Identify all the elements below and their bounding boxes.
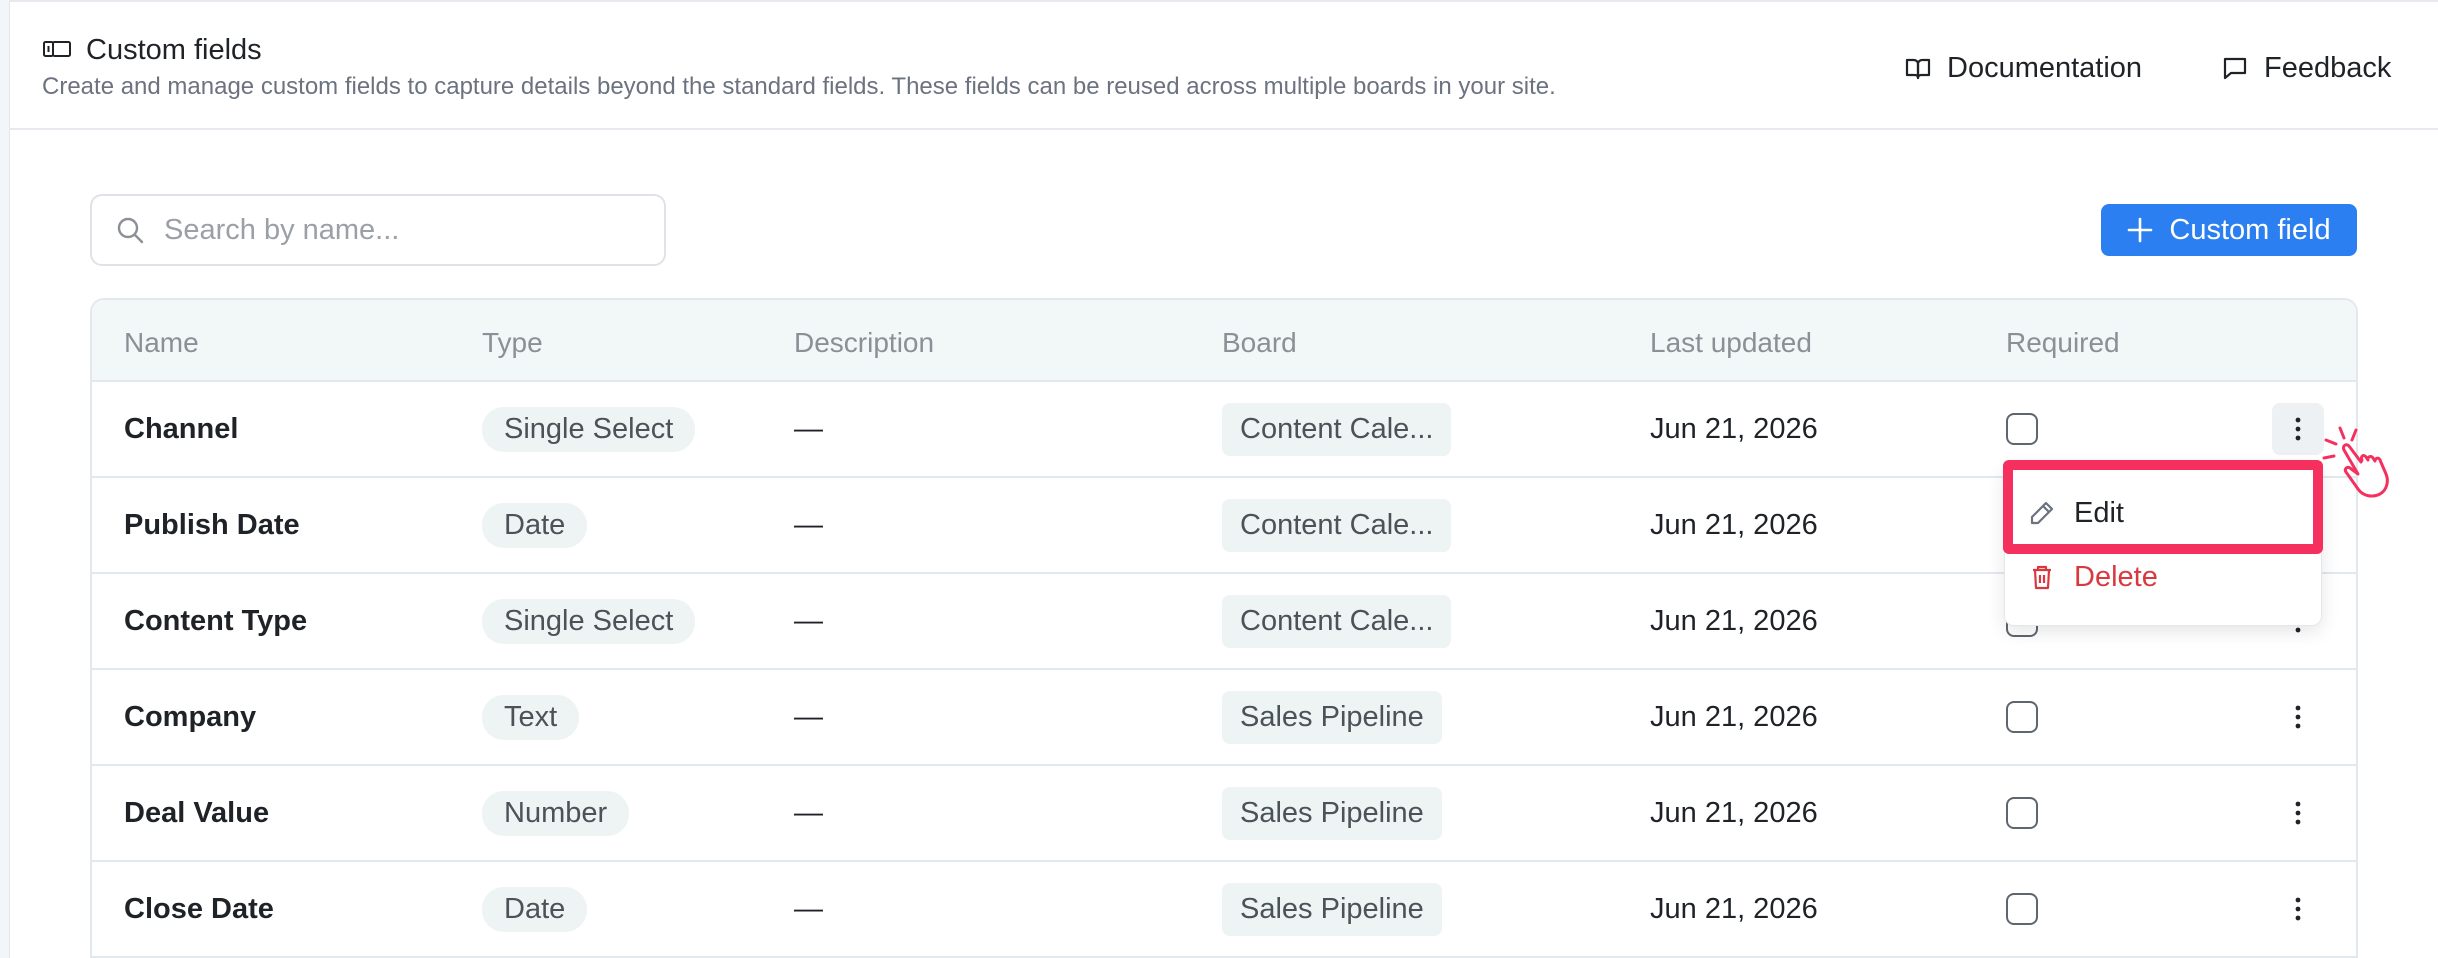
row-actions-menu <box>2004 462 2322 626</box>
field-description: — <box>794 892 823 925</box>
search-field[interactable] <box>90 194 666 266</box>
field-type-badge: Single Select <box>482 598 696 644</box>
field-type-badge: Text <box>482 694 580 740</box>
book-icon <box>1905 58 1931 80</box>
documentation-link[interactable]: Documentation <box>1905 48 2142 88</box>
required-checkbox[interactable] <box>2006 797 2038 829</box>
last-updated: Jun 21, 2026 <box>1650 604 1818 637</box>
column-header-type: Type <box>482 327 543 358</box>
trash-icon <box>2033 565 2051 590</box>
custom-fields-table: Name Type Description Board Last updated… <box>90 298 2358 958</box>
add-custom-field-label: Custom field <box>2169 213 2331 246</box>
edit-label: Edit <box>2074 496 2124 529</box>
last-updated: Jun 21, 2026 <box>1650 796 1818 829</box>
table-row[interactable]: Close Date Date — Sales Pipeline Jun 21,… <box>92 862 2356 958</box>
row-menu-button[interactable] <box>2272 883 2324 935</box>
field-description: — <box>794 604 823 637</box>
hand-pointer-icon <box>2322 426 2389 498</box>
delete-label: Delete <box>2074 560 2158 593</box>
more-vertical-icon <box>2295 417 2301 441</box>
pencil-icon <box>2030 501 2054 525</box>
field-name: Deal Value <box>124 796 270 829</box>
custom-fields-page: Custom fields Create and manage custom f… <box>0 0 2438 958</box>
field-description: — <box>794 508 823 541</box>
more-vertical-icon <box>2295 801 2301 825</box>
custom-fields-icon <box>43 41 71 57</box>
field-name: Content Type <box>124 604 308 637</box>
last-updated: Jun 21, 2026 <box>1650 892 1818 925</box>
field-name: Company <box>124 700 257 733</box>
chat-icon <box>2223 57 2247 80</box>
field-description: — <box>794 796 823 829</box>
field-name: Close Date <box>124 892 274 925</box>
page-title: Custom fields <box>86 33 262 66</box>
board-badge: Content Cale... <box>1222 594 1452 648</box>
required-checkbox[interactable] <box>2006 893 2038 925</box>
more-vertical-icon <box>2295 897 2301 921</box>
last-updated: Jun 21, 2026 <box>1650 508 1818 541</box>
table-header: Name Type Description Board Last updated… <box>92 300 2356 382</box>
field-type-badge: Date <box>482 886 588 932</box>
field-type-badge: Single Select <box>482 406 696 452</box>
field-name: Channel <box>124 412 239 445</box>
row-menu-button[interactable] <box>2272 787 2324 839</box>
board-badge: Sales Pipeline <box>1222 690 1442 744</box>
board-badge: Sales Pipeline <box>1222 786 1442 840</box>
board-badge: Content Cale... <box>1222 402 1452 456</box>
last-updated: Jun 21, 2026 <box>1650 700 1818 733</box>
board-badge: Sales Pipeline <box>1222 882 1442 936</box>
feedback-label: Feedback <box>2264 51 2392 84</box>
field-type-badge: Number <box>482 790 630 836</box>
field-type-badge: Date <box>482 502 588 548</box>
page-subtitle: Create and manage custom fields to captu… <box>42 73 1556 100</box>
required-checkbox[interactable] <box>2006 413 2038 445</box>
last-updated: Jun 21, 2026 <box>1650 412 1818 445</box>
column-header-name: Name <box>124 327 199 358</box>
row-menu-button[interactable] <box>2272 403 2324 455</box>
table-row[interactable]: Deal Value Number — Sales Pipeline Jun 2… <box>92 766 2356 862</box>
column-header-board: Board <box>1222 327 1297 358</box>
field-name: Publish Date <box>124 508 300 541</box>
column-header-last-updated: Last updated <box>1650 327 1812 358</box>
field-description: — <box>794 700 823 733</box>
page-header: Custom fields Create and manage custom f… <box>10 0 2438 130</box>
table-row[interactable]: Company Text — Sales Pipeline Jun 21, 20… <box>92 670 2356 766</box>
board-badge: Content Cale... <box>1222 498 1452 552</box>
edit-menu-item[interactable]: Edit <box>2028 489 2124 537</box>
column-header-description: Description <box>794 327 935 358</box>
documentation-label: Documentation <box>1947 51 2143 84</box>
feedback-link[interactable]: Feedback <box>2222 48 2391 88</box>
row-menu-button[interactable] <box>2272 691 2324 743</box>
title-row: Custom fields <box>42 30 262 70</box>
required-checkbox[interactable] <box>2006 701 2038 733</box>
field-description: — <box>794 412 823 445</box>
search-input[interactable] <box>164 213 624 247</box>
delete-menu-item[interactable]: Delete <box>2028 553 2158 601</box>
column-header-required: Required <box>2006 327 2120 358</box>
more-vertical-icon <box>2295 705 2301 729</box>
add-custom-field-button[interactable]: Custom field <box>2101 204 2357 256</box>
left-sidebar-edge <box>0 0 10 958</box>
plus-icon <box>2128 217 2153 243</box>
search-icon <box>117 217 144 244</box>
